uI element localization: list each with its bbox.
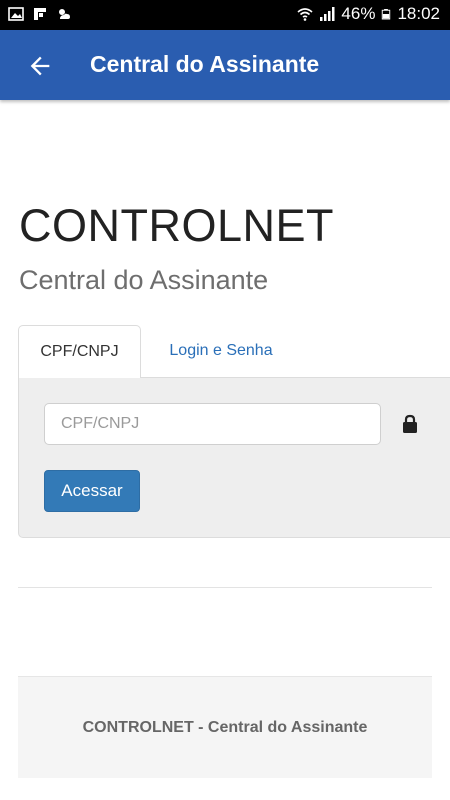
battery-percent: 46% bbox=[341, 4, 376, 23]
footer-text: CONTROLNET - Central do Assinante bbox=[82, 718, 368, 736]
clock: 18:02 bbox=[397, 4, 440, 23]
brand-name: CONTROLNET bbox=[19, 200, 335, 251]
footer: CONTROLNET - Central do Assinante bbox=[18, 676, 432, 778]
image-icon bbox=[8, 7, 24, 21]
status-left-icons bbox=[8, 6, 72, 22]
wifi-icon bbox=[297, 8, 313, 21]
divider bbox=[18, 587, 432, 588]
login-tabs: CPF/CNPJ Login e Senha bbox=[18, 325, 450, 378]
signal-icon bbox=[320, 7, 335, 21]
login-panel: Acessar bbox=[18, 377, 450, 538]
tab-cpf-cnpj[interactable]: CPF/CNPJ bbox=[18, 325, 141, 378]
status-bar: 46% 18:02 bbox=[0, 0, 450, 30]
arrow-back-icon[interactable] bbox=[26, 52, 54, 80]
tab-login-senha[interactable]: Login e Senha bbox=[141, 325, 301, 377]
cpf-cnpj-input[interactable] bbox=[44, 403, 381, 445]
status-right: 46% 18:02 bbox=[297, 4, 440, 24]
weather-icon bbox=[59, 9, 70, 19]
flipboard-icon bbox=[34, 8, 46, 20]
page-subtitle: Central do Assinante bbox=[19, 265, 269, 295]
app-bar-title: Central do Assinante bbox=[90, 51, 320, 77]
app-bar: Central do Assinante bbox=[0, 30, 450, 100]
access-button[interactable]: Acessar bbox=[44, 470, 140, 512]
battery-icon bbox=[382, 9, 391, 20]
lock-icon bbox=[403, 414, 417, 433]
